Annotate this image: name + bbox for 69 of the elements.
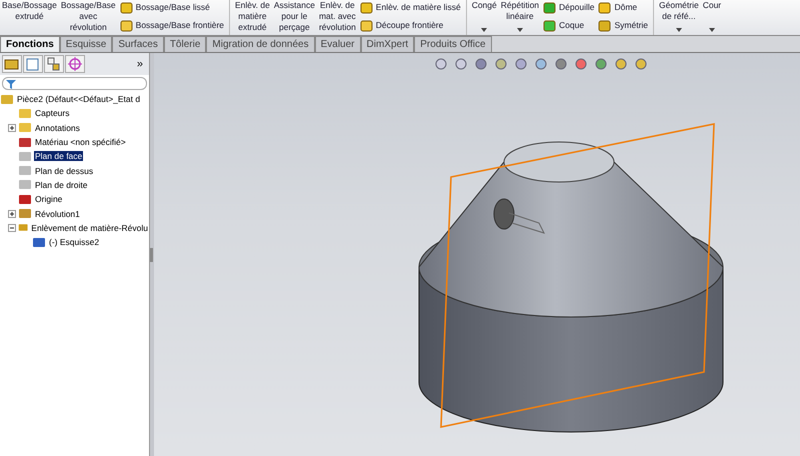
tree-item[interactable]: (-) Esquisse2 [48,237,100,248]
ribbon-tab[interactable]: DimXpert [360,36,414,52]
ribbon-button[interactable]: Assistance pour le perçage [272,0,317,35]
ribbon-button[interactable]: Enlèv. de matière lissé [360,0,461,14]
tree-item[interactable]: Plan de dessus [34,166,94,176]
ribbon-dropdown-button[interactable]: Répétition linéaire [498,0,542,35]
expand-toggle[interactable] [8,210,16,218]
ribbon-tab[interactable]: Produits Office [414,36,492,52]
ribbon-tab[interactable]: Fonctions [0,36,60,52]
expand-toggle[interactable] [8,124,16,132]
property-tab-icon[interactable] [23,55,43,73]
caret-icon [481,28,488,32]
crosshair-tab-icon[interactable] [65,55,85,73]
feature-icon [360,0,373,14]
expand-toggle[interactable] [8,224,16,232]
caret-icon [676,28,682,32]
ribbon-button[interactable]: Dôme [598,0,648,14]
tree-item[interactable]: Plan de droite [34,180,88,190]
ribbon-button[interactable]: Enlèv. de matière extrudé [233,0,272,35]
feature-icon [598,18,612,32]
ribbon-dropdown-button[interactable]: Géométrie de réfé... [657,0,701,35]
tree-node-icon [0,92,14,106]
feature-icon [598,0,612,14]
part-tab-icon[interactable] [2,55,22,73]
tree-node-icon [18,178,32,192]
ribbon-button[interactable]: Enlèv. de mat. avec révolution [316,0,358,35]
ribbon-dropdown-button[interactable]: Congé [470,0,499,35]
tree-node-icon [18,192,32,206]
tree-item[interactable]: Révolution1 [34,208,81,219]
feature-icon [360,18,373,32]
tree-node-icon [18,121,32,134]
caret-icon [708,28,715,32]
ribbon-button[interactable]: Bossage/Base avec révolution [58,0,118,35]
tree-item[interactable]: Plan de face [34,151,84,162]
caret-icon [516,28,523,32]
ribbon-button[interactable]: Bossage/Base frontière [120,18,224,32]
ribbon-tab[interactable]: Surfaces [112,36,164,52]
ribbon-tab[interactable]: Esquisse [60,36,112,52]
tree-node-icon [18,136,32,149]
tree-node-icon [18,207,32,220]
tree-node-icon [18,150,32,163]
ribbon-button[interactable]: Symétrie [598,18,648,32]
ribbon-button[interactable]: Découpe frontière [360,18,461,32]
feature-icon [120,0,133,14]
filter-icon [6,78,16,88]
ribbon-tab[interactable]: Tôlerie [164,36,206,52]
tree-item[interactable]: Origine [34,194,64,204]
feature-icon [543,0,556,14]
feature-icon [120,18,133,32]
tree-item[interactable]: Pièce2 (Défaut<<Défaut>_Etat d [16,94,142,104]
feature-icon [543,18,556,32]
ribbon-dropdown-button[interactable]: Cour [700,0,724,35]
filter-field[interactable] [2,77,147,90]
tree-node-icon [32,236,46,249]
tree-node-icon [18,106,32,120]
ribbon-tab[interactable]: Evaluer [314,36,360,52]
tree-item[interactable]: Annotations [34,122,81,133]
tree-item[interactable]: Enlèvement de matière-Révolu [30,222,149,233]
tree-item[interactable]: Capteurs [34,108,70,118]
ribbon-button[interactable]: Dépouille [543,0,594,14]
tree-item[interactable]: Matériau <non spécifié> [34,137,127,148]
configuration-tab-icon[interactable] [44,55,64,73]
ribbon-button[interactable]: Coque [543,18,594,32]
tree-node-icon [18,164,32,178]
ribbon-button[interactable]: Bossage/Base lissé [120,0,224,14]
ribbon-button[interactable]: Base/Bossage extrudé [0,0,59,35]
splitter-handle[interactable] [150,248,153,262]
ribbon-tab[interactable]: Migration de données [206,36,315,52]
expand-button[interactable]: » [136,58,147,70]
